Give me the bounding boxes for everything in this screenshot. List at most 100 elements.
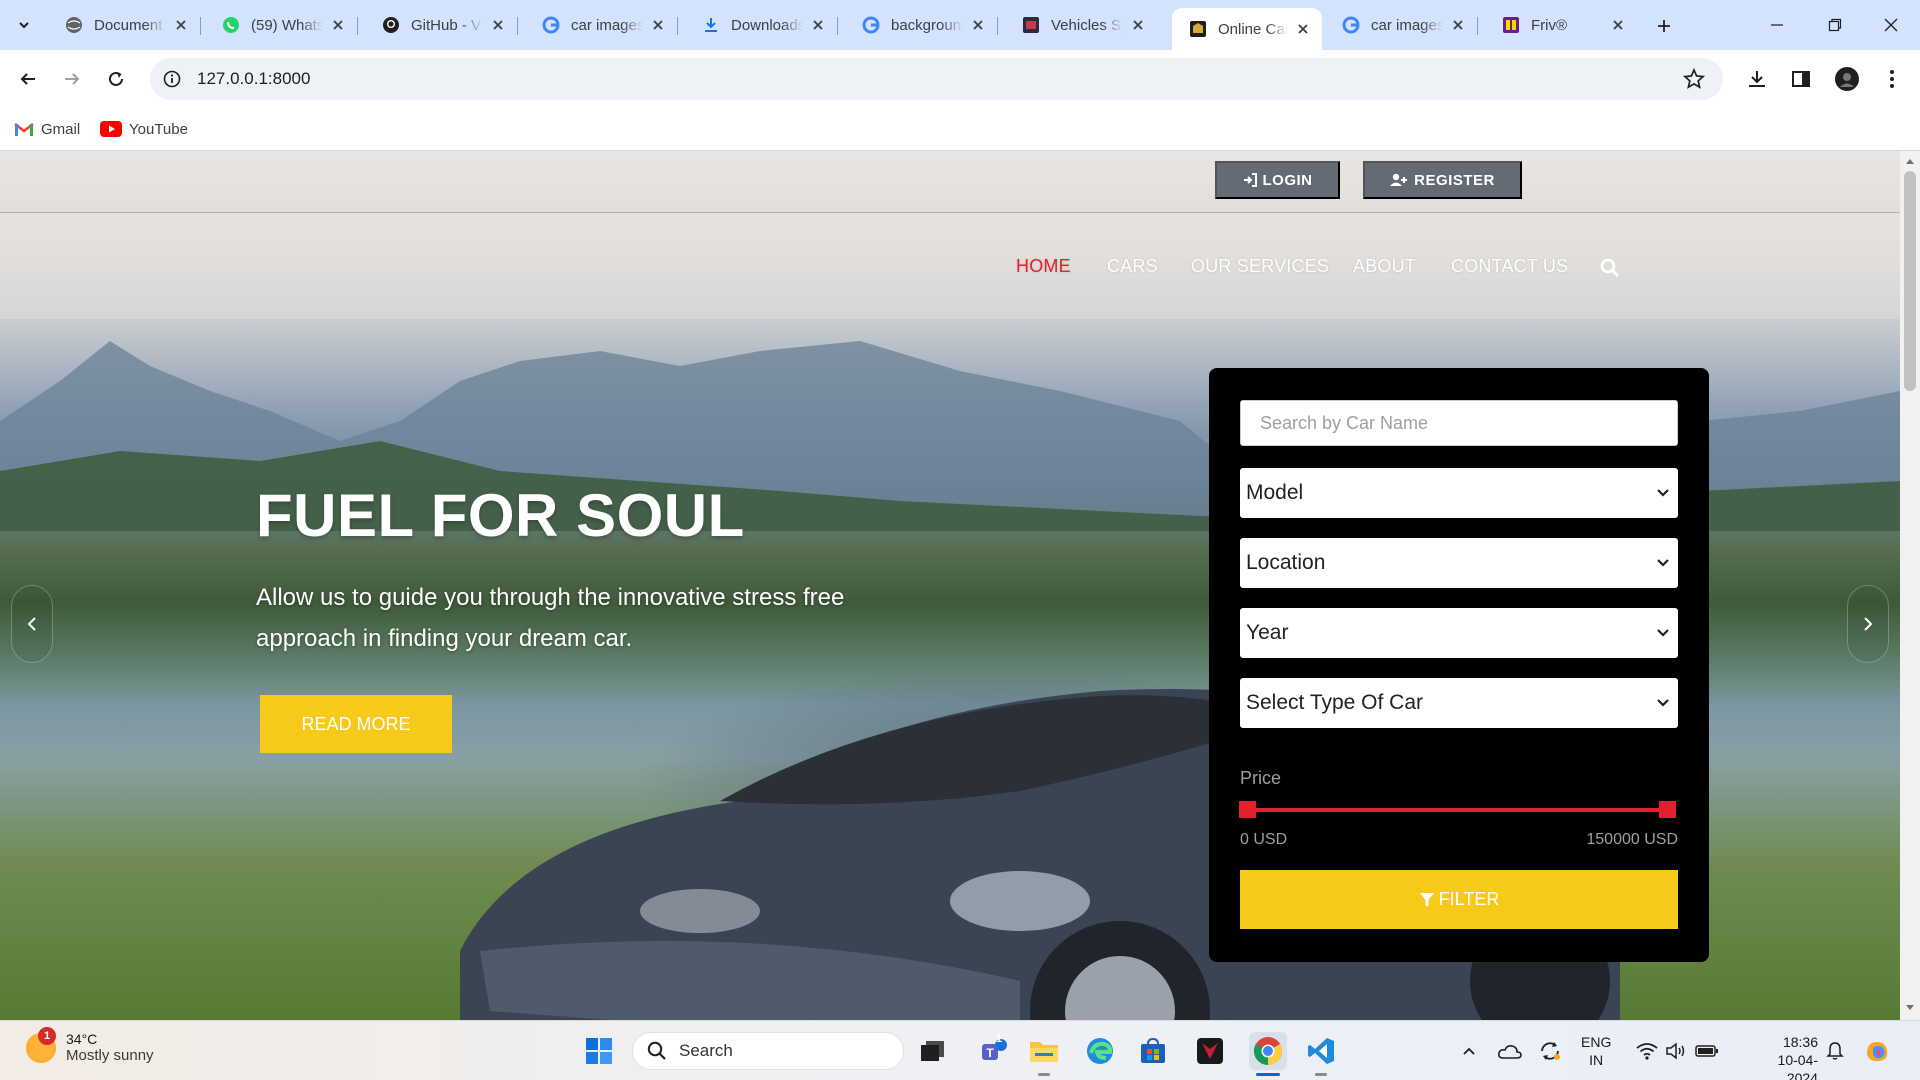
browser-tab-3[interactable]: GitHub - V [365, 8, 518, 42]
nav-cars[interactable]: CARS [1107, 256, 1158, 277]
scrollbar-thumb[interactable] [1904, 171, 1916, 391]
clock[interactable]: 18:36 10-04-2024 [1750, 1033, 1818, 1080]
browser-tab-8-active[interactable]: Online Car [1172, 8, 1322, 50]
browser-tab-4[interactable]: car images [525, 8, 678, 42]
address-bar[interactable]: 127.0.0.1:8000 [150, 58, 1723, 100]
car-name-search-input[interactable] [1240, 400, 1678, 446]
restore-button[interactable] [1806, 0, 1864, 50]
price-label: Price [1240, 768, 1282, 788]
hero-text: Allow us to guide you through the innova… [256, 584, 845, 652]
side-panel-button[interactable] [1787, 65, 1815, 93]
browser-tab-7[interactable]: Vehicles Sp [1005, 8, 1157, 42]
taskbar-search-box[interactable]: Search [632, 1032, 904, 1070]
edge-button[interactable] [1084, 1035, 1116, 1067]
battery-icon[interactable] [1693, 1035, 1721, 1067]
scroll-up-icon[interactable] [1905, 156, 1915, 166]
whatsapp-icon [221, 15, 241, 35]
notifications-icon[interactable] [1822, 1035, 1848, 1067]
price-range-track[interactable] [1247, 808, 1667, 812]
close-icon[interactable] [809, 16, 827, 34]
site-info-icon[interactable] [162, 69, 182, 89]
sync-icon[interactable] [1537, 1035, 1563, 1067]
bookmark-youtube[interactable]: YouTube [100, 116, 188, 142]
teams-badge: 1 [996, 1033, 1003, 1045]
register-button[interactable]: REGISTER [1363, 161, 1522, 199]
close-icon[interactable] [1294, 20, 1312, 38]
file-explorer-button[interactable] [1028, 1035, 1060, 1067]
browser-tab-10[interactable]: Friv® [1485, 8, 1637, 42]
close-icon[interactable] [1449, 16, 1467, 34]
search-icon[interactable] [1600, 258, 1620, 278]
browser-menu-button[interactable] [1878, 65, 1906, 93]
close-icon[interactable] [172, 16, 190, 34]
model-select[interactable]: Model [1240, 468, 1678, 518]
login-button[interactable]: LOGIN [1215, 161, 1340, 199]
onedrive-icon[interactable] [1497, 1035, 1523, 1067]
new-tab-button[interactable] [1650, 12, 1678, 40]
chevron-down-icon [1657, 489, 1669, 497]
browser-tab-2[interactable]: (59) WhatsApp [205, 8, 358, 42]
search-icon [647, 1041, 666, 1060]
browser-tab-6[interactable]: background [845, 8, 998, 42]
teams-button[interactable]: T 1 [978, 1033, 1010, 1067]
price-max-handle[interactable] [1659, 801, 1676, 818]
forward-button[interactable] [56, 63, 88, 95]
tab-separator [1477, 17, 1478, 35]
read-more-button[interactable]: READ MORE [260, 695, 452, 753]
browser-tab-1[interactable]: Document [48, 8, 201, 42]
reload-icon [109, 71, 123, 86]
tab-separator [357, 17, 358, 35]
google-icon [541, 15, 561, 35]
url-text[interactable]: 127.0.0.1:8000 [197, 69, 310, 89]
language-indicator[interactable]: ENG IN [1581, 1033, 1611, 1069]
volume-icon[interactable] [1663, 1035, 1689, 1067]
bookmark-star-icon[interactable] [1682, 67, 1706, 90]
nav-our-services[interactable]: OUR SERVICES [1191, 256, 1329, 277]
filter-button[interactable]: FILTER [1240, 870, 1678, 929]
scroll-down-icon[interactable] [1905, 1003, 1915, 1013]
user-plus-icon [1390, 173, 1408, 186]
weather-temperature: 34°C [66, 1031, 98, 1047]
tab-search-button[interactable] [8, 9, 40, 41]
minimize-button[interactable] [1748, 0, 1806, 50]
downloads-button[interactable] [1743, 65, 1771, 93]
close-window-button[interactable] [1862, 0, 1920, 50]
bookmark-gmail[interactable]: Gmail [14, 116, 80, 142]
close-icon[interactable] [969, 16, 987, 34]
tray-overflow-button[interactable] [1457, 1035, 1481, 1067]
browser-tab-9[interactable]: car images [1325, 8, 1478, 42]
start-button[interactable] [583, 1035, 615, 1067]
microsoft-store-button[interactable] [1137, 1035, 1169, 1067]
gaming-app-button[interactable] [1194, 1035, 1226, 1067]
slider-next-button[interactable] [1847, 585, 1889, 663]
page-scrollbar[interactable] [1900, 151, 1920, 1020]
weather-widget[interactable]: 1 34°C Mostly sunny [26, 1026, 154, 1064]
task-view-button[interactable] [917, 1035, 949, 1067]
vscode-button[interactable] [1305, 1035, 1337, 1067]
location-select-value: Location [1246, 551, 1326, 574]
car-type-select-value: Select Type Of Car [1246, 691, 1424, 714]
close-icon[interactable] [1129, 16, 1147, 34]
browser-tab-5[interactable]: Downloads [685, 8, 838, 42]
game-icon [1197, 1038, 1223, 1064]
copilot-icon[interactable] [1862, 1035, 1894, 1067]
close-icon[interactable] [649, 16, 667, 34]
tab-title: Downloads [731, 16, 803, 34]
price-min-handle[interactable] [1239, 801, 1256, 818]
nav-about[interactable]: ABOUT [1353, 256, 1416, 277]
close-icon[interactable] [329, 16, 347, 34]
tab-title: Online Car [1218, 20, 1288, 38]
reload-button[interactable] [100, 63, 132, 95]
car-type-select[interactable]: Select Type Of Car [1240, 678, 1678, 728]
year-select[interactable]: Year [1240, 608, 1678, 658]
location-select[interactable]: Location [1240, 538, 1678, 588]
profile-avatar[interactable] [1833, 65, 1861, 93]
back-button[interactable] [12, 63, 44, 95]
close-icon[interactable] [489, 16, 507, 34]
nav-contact-us[interactable]: CONTACT US [1451, 256, 1568, 277]
chrome-button[interactable] [1249, 1032, 1287, 1070]
nav-home[interactable]: HOME [1016, 256, 1071, 277]
wifi-icon[interactable] [1634, 1035, 1660, 1067]
slider-prev-button[interactable] [11, 585, 53, 663]
close-icon[interactable] [1609, 16, 1627, 34]
